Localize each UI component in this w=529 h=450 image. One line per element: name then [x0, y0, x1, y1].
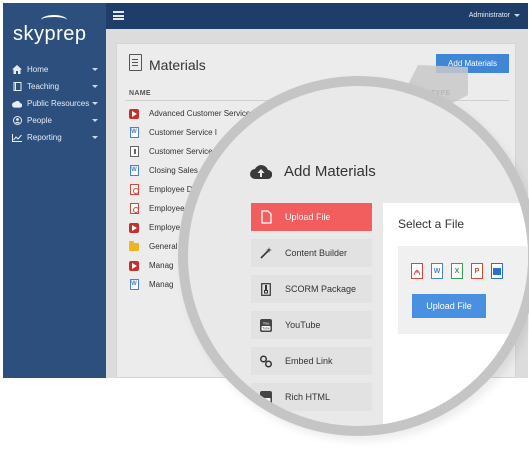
option-upload-file[interactable]: Upload File — [251, 203, 372, 231]
youtube-icon: You Tube — [260, 318, 272, 332]
video-icon — [491, 263, 503, 279]
option-youtube[interactable]: You Tube YouTube — [251, 311, 372, 339]
magic-wand-icon — [260, 246, 272, 260]
app-root: skyprep Home Teaching Public Resources P… — [0, 0, 529, 450]
svg-text:You: You — [263, 320, 270, 325]
file-icon — [260, 210, 272, 224]
add-options-menu: Upload File Content Builder SCORM Packag… — [251, 203, 372, 419]
word-icon: W — [431, 263, 443, 279]
upload-file-button[interactable]: Upload File — [412, 294, 486, 318]
add-materials-magnified: Add Materials Upload File Content Builde… — [188, 86, 528, 426]
option-label: Embed Link — [285, 356, 333, 366]
pdf-icon — [411, 263, 423, 279]
link-icon — [260, 354, 272, 368]
file-drop-area[interactable]: W X P Upload File — [398, 246, 528, 334]
option-label: Rich HTML — [285, 392, 331, 402]
option-scorm-package[interactable]: SCORM Package — [251, 275, 372, 303]
html-icon — [260, 390, 272, 404]
select-file-label: Select a File — [398, 217, 465, 231]
svg-text:Tube: Tube — [262, 326, 270, 330]
file-type-icons: W X P — [411, 263, 503, 279]
option-label: Content Builder — [285, 248, 348, 258]
option-rich-html[interactable]: Rich HTML — [251, 383, 372, 411]
option-label: SCORM Package — [285, 284, 357, 294]
archive-icon — [260, 282, 272, 296]
cloud-upload-icon — [250, 163, 273, 180]
option-embed-link[interactable]: Embed Link — [251, 347, 372, 375]
option-label: Upload File — [285, 212, 331, 222]
powerpoint-icon: P — [471, 263, 483, 279]
option-content-builder[interactable]: Content Builder — [251, 239, 372, 267]
excel-icon: X — [451, 263, 463, 279]
upload-pane: Select a File W X P Upload File — [383, 203, 528, 426]
dialog-title: Add Materials — [284, 163, 376, 180]
option-label: YouTube — [285, 320, 321, 330]
